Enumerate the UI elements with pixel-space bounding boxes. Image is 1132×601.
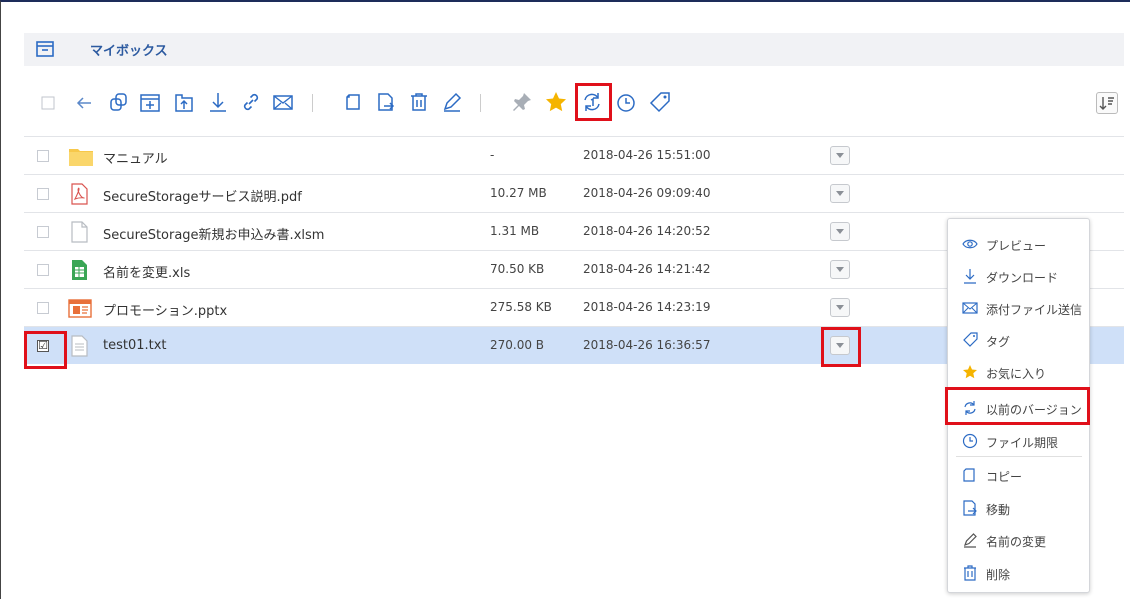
file-size: -: [490, 148, 495, 162]
copy-icon: [962, 467, 978, 483]
mail-icon[interactable]: [271, 90, 295, 114]
menu-item-file-expiry[interactable]: ファイル期限: [948, 425, 1089, 457]
folder-icon: [68, 145, 93, 167]
file-name[interactable]: SecureStorage新規お申込み書.xlsm: [103, 224, 324, 243]
menu-item-label: 名前の変更: [986, 535, 1047, 549]
file-size: 270.00 B: [490, 338, 545, 352]
toolbar-separator: [480, 94, 481, 112]
menu-item-label: 添付ファイル送信: [986, 303, 1083, 317]
eye-icon: [962, 236, 978, 252]
menu-item-label: タグ: [986, 335, 1011, 349]
sort-icon[interactable]: [1096, 92, 1118, 114]
file-size: 275.58 KB: [490, 300, 552, 314]
row-dropdown-button[interactable]: [830, 298, 850, 317]
menu-item-rename[interactable]: 名前の変更: [948, 524, 1089, 556]
presentation-icon: [68, 297, 92, 319]
file-name[interactable]: test01.txt: [103, 338, 167, 353]
download-icon[interactable]: [206, 90, 230, 114]
menu-separator: [956, 456, 1082, 457]
file-date: 2018-04-26 14:21:42: [583, 262, 711, 276]
spreadsheet-icon: [68, 259, 90, 281]
file-date: 2018-04-26 16:36:57: [583, 338, 711, 352]
file-name[interactable]: マニュアル: [103, 148, 168, 167]
back-icon[interactable]: [72, 90, 96, 114]
generic-file-icon: [68, 221, 90, 243]
text-file-icon: [68, 335, 90, 357]
row-checkbox[interactable]: [37, 302, 49, 314]
chevron-down-icon: [836, 267, 844, 272]
menu-item-label: ダウンロード: [986, 271, 1059, 285]
chevron-down-icon: [836, 153, 844, 158]
new-folder-icon[interactable]: [138, 90, 162, 114]
favorite-star-icon[interactable]: [544, 90, 568, 114]
archive-box-icon: [34, 38, 56, 60]
menu-item-delete[interactable]: 削除: [948, 557, 1089, 589]
pencil-icon: [962, 532, 978, 548]
expiry-clock-icon[interactable]: [614, 90, 638, 114]
file-date: 2018-04-26 09:09:40: [583, 186, 711, 200]
menu-item-favorite[interactable]: お気に入り: [948, 356, 1089, 388]
select-all-checkbox[interactable]: [36, 90, 60, 114]
file-date: 2018-04-26 14:20:52: [583, 224, 711, 238]
chevron-down-icon: [836, 229, 844, 234]
menu-item-move[interactable]: 移動: [948, 492, 1089, 524]
mail-icon: [962, 300, 978, 316]
copy-icon[interactable]: [106, 90, 130, 114]
row-checkbox[interactable]: [37, 226, 49, 238]
menu-item-preview[interactable]: プレビュー: [948, 228, 1089, 260]
upload-icon[interactable]: [172, 90, 196, 114]
row-dropdown-button[interactable]: [830, 184, 850, 203]
file-name[interactable]: 名前を変更.xls: [103, 262, 190, 281]
file-size: 1.31 MB: [490, 224, 540, 238]
breadcrumb-label[interactable]: マイボックス: [90, 40, 168, 59]
file-size: 10.27 MB: [490, 186, 547, 200]
checkbox-highlight: [24, 331, 67, 369]
pdf-file-icon: [68, 183, 90, 205]
link-icon[interactable]: [239, 90, 263, 114]
menu-item-copy[interactable]: コピー: [948, 459, 1089, 491]
move-icon[interactable]: [374, 90, 398, 114]
trash-icon: [962, 565, 978, 581]
star-icon: [962, 364, 978, 380]
row-checkbox[interactable]: [37, 264, 49, 276]
chevron-down-icon: [836, 305, 844, 310]
menu-item-label: お気に入り: [986, 367, 1047, 381]
menu-item-label: コピー: [986, 470, 1023, 484]
toolbar-separator: [312, 94, 313, 112]
dropdown-highlight: [821, 327, 861, 367]
version-history-highlight: [575, 83, 612, 121]
move-icon: [962, 500, 978, 516]
menu-item-highlight: [945, 387, 1090, 425]
row-checkbox[interactable]: [37, 150, 49, 162]
menu-item-send-attachment[interactable]: 添付ファイル送信: [948, 292, 1089, 324]
file-date: 2018-04-26 15:51:00: [583, 148, 711, 162]
table-row[interactable]: SecureStorageサービス説明.pdf 10.27 MB 2018-04…: [24, 174, 1124, 212]
delete-icon[interactable]: [407, 90, 431, 114]
row-dropdown-button[interactable]: [830, 146, 850, 165]
menu-item-tag[interactable]: タグ: [948, 324, 1089, 356]
menu-item-label: 移動: [986, 503, 1011, 517]
file-date: 2018-04-26 14:23:19: [583, 300, 711, 314]
menu-item-download[interactable]: ダウンロード: [948, 260, 1089, 292]
rename-icon[interactable]: [440, 90, 464, 114]
pin-icon[interactable]: [510, 90, 534, 114]
menu-item-label: 削除: [986, 568, 1011, 582]
breadcrumb: マイボックス: [24, 33, 1124, 66]
tag-icon: [962, 332, 978, 348]
tag-icon[interactable]: [648, 90, 672, 114]
clock-icon: [962, 433, 978, 449]
table-row[interactable]: マニュアル - 2018-04-26 15:51:00: [24, 136, 1124, 174]
row-dropdown-button[interactable]: [830, 222, 850, 241]
duplicate-icon[interactable]: [342, 90, 366, 114]
row-dropdown-button[interactable]: [830, 260, 850, 279]
menu-item-label: ファイル期限: [986, 436, 1059, 450]
download-icon: [962, 268, 978, 284]
file-name[interactable]: SecureStorageサービス説明.pdf: [103, 186, 302, 205]
chevron-down-icon: [836, 191, 844, 196]
file-name[interactable]: プロモーション.pptx: [103, 300, 227, 319]
menu-item-label: プレビュー: [986, 239, 1047, 253]
toolbar: [24, 86, 1124, 122]
row-checkbox[interactable]: [37, 188, 49, 200]
file-size: 70.50 KB: [490, 262, 545, 276]
